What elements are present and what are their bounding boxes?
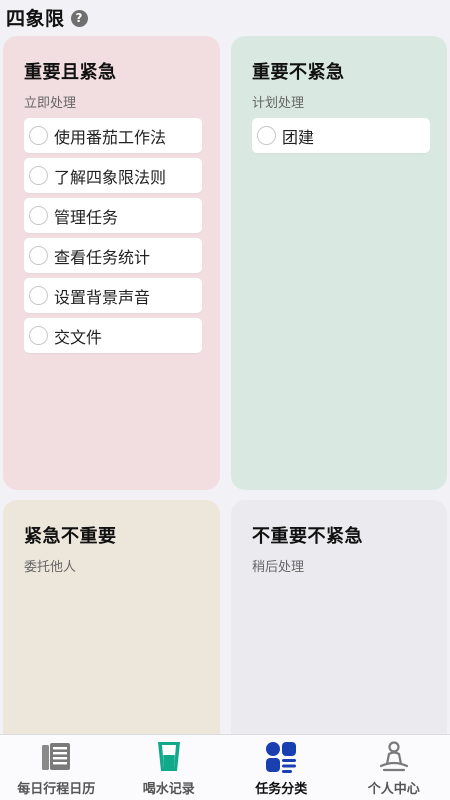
quadrant-title: 不重要不紧急 [252,526,363,547]
task-item[interactable]: 设置背景声音 [24,278,202,313]
header: 四象限 ? [0,0,450,34]
task-label: 管理任务 [54,207,119,227]
nav-item-water[interactable]: 喝水记录 [113,735,226,800]
task-label: 使用番茄工作法 [54,127,167,147]
task-label: 设置背景声音 [54,287,151,307]
task-item[interactable]: 交文件 [24,318,202,353]
nav-item-profile[interactable]: 个人中心 [338,735,450,800]
task-label: 交文件 [54,327,103,347]
quadrant-title: 重要且紧急 [24,62,117,83]
quadrant-grid-icon [266,742,297,773]
task-checkbox[interactable] [29,126,48,145]
task-item[interactable]: 团建 [252,118,430,153]
four-quadrant-page: 四象限 ? 重要且紧急 立即处理 使用番茄工作法 了解四象限法则 管理任务 查看… [0,0,450,800]
page-title: 四象限 [6,7,65,30]
quadrant-subtitle: 立即处理 [24,96,77,111]
task-label: 团建 [282,127,315,147]
task-checkbox[interactable] [29,286,48,305]
nav-label: 每日行程日历 [17,782,96,797]
quadrant-not-important-not-urgent[interactable]: 不重要不紧急 稍后处理 [231,500,447,750]
meditation-person-icon [379,741,408,772]
task-item[interactable]: 使用番茄工作法 [24,118,202,153]
task-item[interactable]: 了解四象限法则 [24,158,202,193]
task-item[interactable]: 查看任务统计 [24,238,202,273]
quadrant-subtitle: 委托他人 [24,560,77,575]
quadrant-subtitle: 计划处理 [252,96,305,111]
task-item[interactable]: 管理任务 [24,198,202,233]
quadrant-subtitle: 稍后处理 [252,560,305,575]
task-label: 了解四象限法则 [54,167,167,187]
nav-label: 任务分类 [255,782,308,797]
calendar-icon [42,743,71,770]
task-checkbox[interactable] [29,246,48,265]
task-label: 查看任务统计 [54,247,151,267]
task-checkbox[interactable] [29,206,48,225]
nav-item-calendar[interactable]: 每日行程日历 [0,735,113,800]
task-checkbox[interactable] [29,326,48,345]
task-list: 团建 [252,118,447,153]
quadrant-urgent-not-important[interactable]: 紧急不重要 委托他人 [3,500,220,750]
task-list: 使用番茄工作法 了解四象限法则 管理任务 查看任务统计 设置背景声音 交文件 [24,118,220,353]
nav-label: 喝水记录 [142,782,195,797]
task-checkbox[interactable] [29,166,48,185]
task-checkbox[interactable] [257,126,276,145]
bottom-nav: 每日行程日历 喝水记录 任务分类 个人中心 [0,734,450,800]
quadrant-title: 重要不紧急 [252,62,345,83]
quadrant-important-urgent[interactable]: 重要且紧急 立即处理 使用番茄工作法 了解四象限法则 管理任务 查看任务统计 设… [3,36,220,490]
help-icon[interactable]: ? [70,9,88,27]
quadrant-important-not-urgent[interactable]: 重要不紧急 计划处理 团建 [231,36,447,490]
water-cup-icon [157,742,180,771]
nav-item-task-category[interactable]: 任务分类 [225,735,338,800]
quadrant-title: 紧急不重要 [24,526,117,547]
nav-label: 个人中心 [367,782,420,797]
